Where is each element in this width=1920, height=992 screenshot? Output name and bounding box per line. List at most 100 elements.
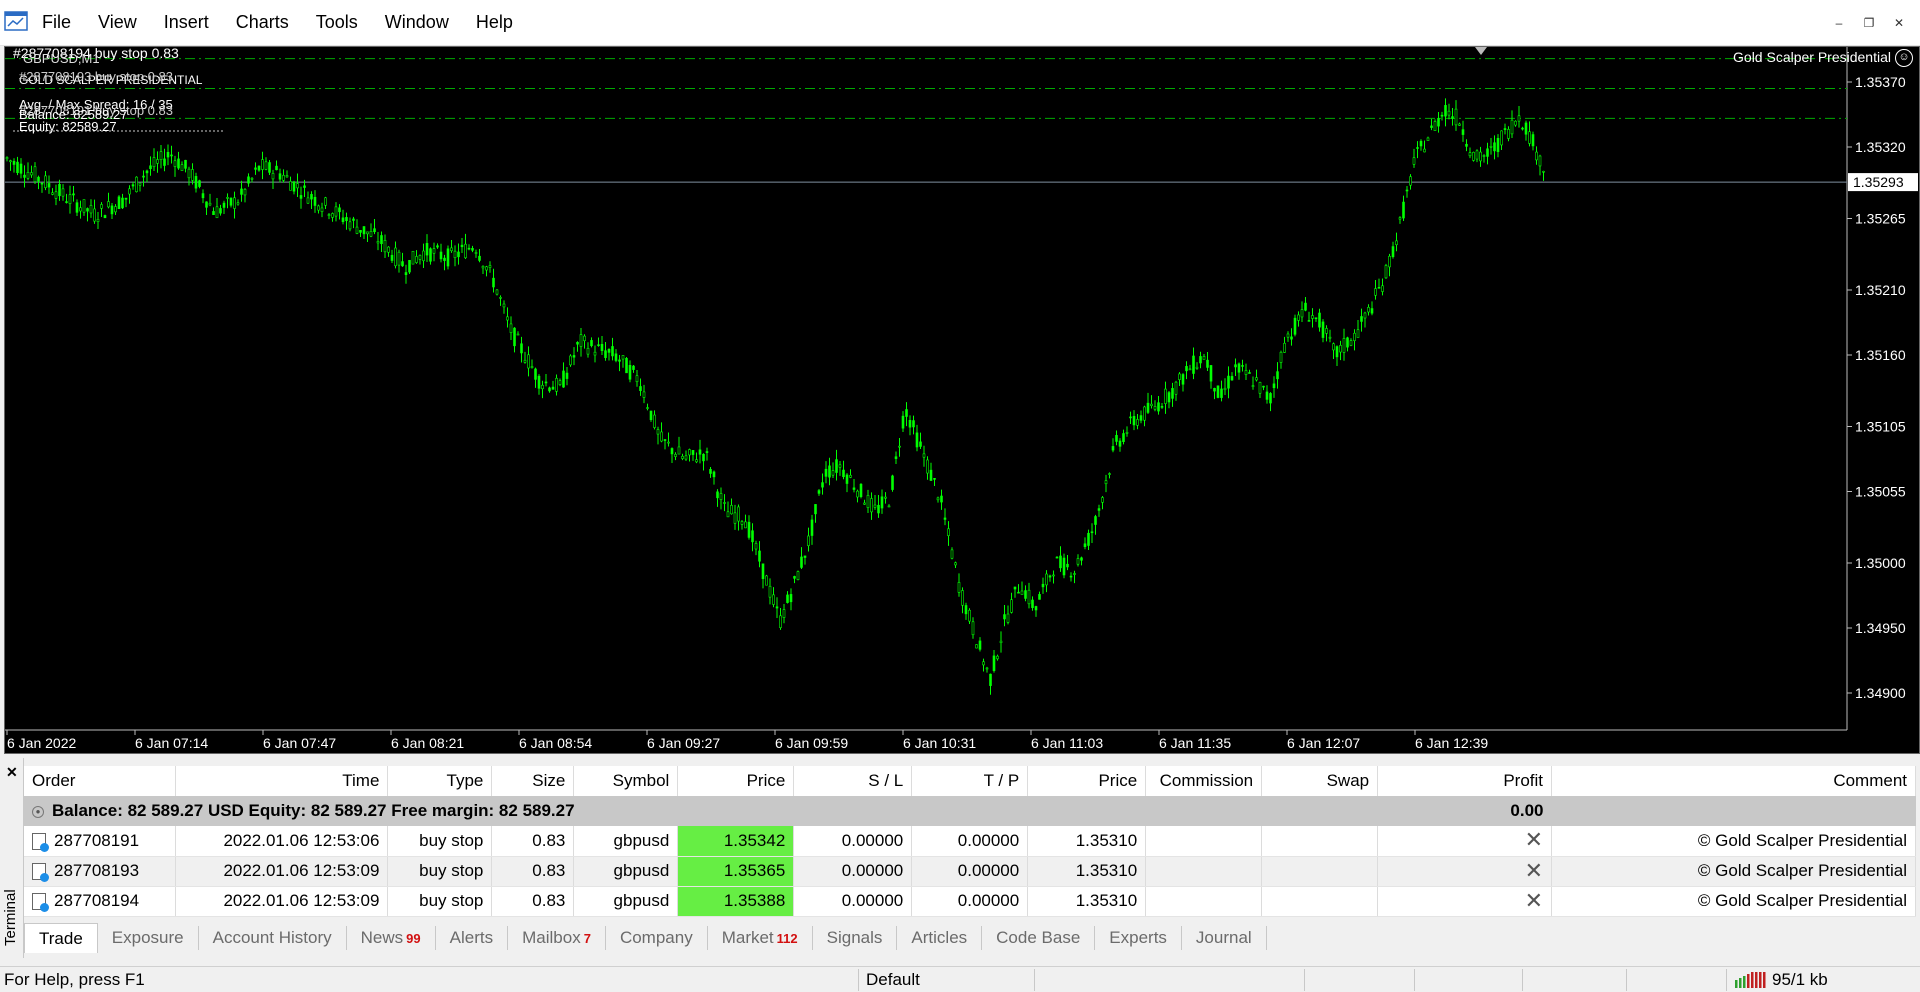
connection-status-icon[interactable] bbox=[1734, 971, 1770, 989]
candle-body bbox=[173, 160, 177, 167]
candle-body bbox=[625, 358, 628, 374]
candle-body bbox=[1115, 435, 1118, 442]
candle-body bbox=[117, 196, 121, 210]
candle-body bbox=[345, 217, 348, 222]
candle-body bbox=[352, 218, 355, 221]
delete-order-icon[interactable]: ✕ bbox=[1525, 889, 1543, 912]
ea-name-label[interactable]: Gold Scalper Presidential bbox=[1733, 49, 1891, 65]
tab-alerts[interactable]: Alerts bbox=[436, 926, 509, 950]
col-time[interactable]: Time bbox=[175, 766, 389, 797]
tab-mailbox[interactable]: Mailbox 7 bbox=[508, 926, 606, 950]
candle-body bbox=[1101, 497, 1104, 503]
candle-body bbox=[905, 409, 908, 417]
candle-body bbox=[1370, 308, 1374, 314]
tab-articles[interactable]: Articles bbox=[897, 926, 983, 950]
tab-company[interactable]: Company bbox=[606, 926, 708, 950]
candle-body bbox=[366, 231, 369, 235]
tab-code-base[interactable]: Code Base bbox=[982, 926, 1096, 950]
app-icon[interactable] bbox=[4, 10, 30, 34]
price-chart[interactable]: 1.35370 1.35320 1.35265 1.35210 1.35160 1.351… bbox=[4, 45, 1920, 754]
col-order[interactable]: Order bbox=[24, 766, 177, 797]
candle-body bbox=[138, 182, 142, 186]
col-swap[interactable]: Swap bbox=[1261, 766, 1379, 797]
order-type: buy stop bbox=[387, 856, 493, 887]
candle-body bbox=[1486, 148, 1489, 157]
restore-icon[interactable]: ❐ bbox=[1854, 14, 1884, 32]
menu-window[interactable]: Window bbox=[385, 12, 462, 33]
candle-body bbox=[1535, 151, 1538, 161]
candle-body bbox=[1248, 372, 1251, 374]
col-current-price[interactable]: Price bbox=[1027, 766, 1147, 797]
candle-body bbox=[1290, 336, 1293, 340]
tab-exposure[interactable]: Exposure bbox=[98, 926, 199, 950]
delete-order-icon[interactable]: ✕ bbox=[1525, 859, 1543, 882]
tab-account-history[interactable]: Account History bbox=[199, 926, 347, 950]
col-comment[interactable]: Comment bbox=[1551, 766, 1916, 797]
close-icon[interactable]: ✕ bbox=[6, 764, 18, 781]
tab-experts[interactable]: Experts bbox=[1095, 926, 1182, 950]
col-commission[interactable]: Commission bbox=[1145, 766, 1263, 797]
close-icon[interactable]: ✕ bbox=[1884, 14, 1914, 32]
candle-body bbox=[695, 459, 698, 463]
delete-order-icon[interactable]: ✕ bbox=[1525, 829, 1543, 851]
col-symbol[interactable]: Symbol bbox=[573, 766, 679, 797]
tab-market[interactable]: Market 112 bbox=[708, 926, 813, 950]
pending-order-icon bbox=[32, 832, 49, 852]
tab-trade[interactable]: Trade bbox=[24, 923, 98, 953]
menu-insert[interactable]: Insert bbox=[164, 12, 222, 33]
candle-body bbox=[1206, 359, 1209, 368]
menu-tools[interactable]: Tools bbox=[316, 12, 371, 33]
col-price[interactable]: Price bbox=[677, 766, 795, 797]
candle-body bbox=[1433, 121, 1437, 131]
time-tick-label: 6 Jan 11:03 bbox=[1031, 735, 1103, 751]
candle-body bbox=[1272, 383, 1276, 389]
tab-signals[interactable]: Signals bbox=[813, 926, 898, 950]
order-size: 0.83 bbox=[491, 886, 575, 917]
minimize-icon[interactable]: – bbox=[1824, 14, 1854, 32]
menu-view[interactable]: View bbox=[98, 12, 150, 33]
candle-body bbox=[1489, 145, 1493, 148]
candle-body bbox=[1328, 336, 1332, 339]
candle-body bbox=[303, 185, 306, 188]
candle-body bbox=[1048, 575, 1052, 578]
candle-body bbox=[226, 197, 229, 199]
candle-body bbox=[1188, 368, 1192, 371]
candle-body bbox=[292, 181, 296, 192]
status-profile[interactable]: Default bbox=[866, 970, 920, 990]
candle-body bbox=[719, 493, 723, 501]
candle-body bbox=[667, 441, 670, 444]
candle-body bbox=[688, 449, 691, 456]
col-size[interactable]: Size bbox=[491, 766, 575, 797]
tab-journal[interactable]: Journal bbox=[1182, 926, 1267, 950]
menu-help[interactable]: Help bbox=[476, 12, 526, 33]
candle-body bbox=[684, 455, 688, 460]
candle-body bbox=[579, 334, 583, 347]
table-row[interactable]: 287708193 2022.01.06 12:53:09 buy stop 0… bbox=[24, 856, 1916, 887]
tab-news[interactable]: News 99 bbox=[347, 926, 436, 950]
menu-bar: File View Insert Charts Tools Window Hel… bbox=[0, 0, 1920, 46]
col-type[interactable]: Type bbox=[387, 766, 493, 797]
order-time: 2022.01.06 12:53:06 bbox=[175, 826, 389, 857]
chart-canvas[interactable]: 1.35370 1.35320 1.35265 1.35210 1.35160 1.351… bbox=[5, 47, 1919, 753]
menu-file[interactable]: File bbox=[42, 12, 84, 33]
menu-charts[interactable]: Charts bbox=[236, 12, 302, 33]
candle-body bbox=[450, 247, 453, 252]
candle-body bbox=[929, 469, 933, 481]
col-sl[interactable]: S / L bbox=[793, 766, 913, 797]
candle-body bbox=[968, 609, 971, 622]
candle-body bbox=[1311, 315, 1314, 319]
candle-body bbox=[807, 535, 810, 546]
candle-body bbox=[439, 251, 443, 260]
candle-body bbox=[1195, 366, 1199, 369]
col-profit[interactable]: Profit bbox=[1377, 766, 1552, 797]
table-row[interactable]: 287708194 2022.01.06 12:53:09 buy stop 0… bbox=[24, 886, 1916, 917]
candle-body bbox=[821, 482, 824, 488]
col-tp[interactable]: T / P bbox=[911, 766, 1029, 797]
candle-body bbox=[957, 582, 961, 593]
candle-body bbox=[782, 609, 786, 618]
candle-body bbox=[1381, 285, 1384, 292]
balance-summary-row[interactable]: ● Balance: 82 589.27 USD Equity: 82 589.2… bbox=[24, 796, 1916, 826]
candle-body bbox=[513, 327, 516, 347]
table-row[interactable]: 287708191 2022.01.06 12:53:06 buy stop 0… bbox=[24, 826, 1916, 857]
time-tick-label: 6 Jan 07:14 bbox=[135, 735, 208, 751]
